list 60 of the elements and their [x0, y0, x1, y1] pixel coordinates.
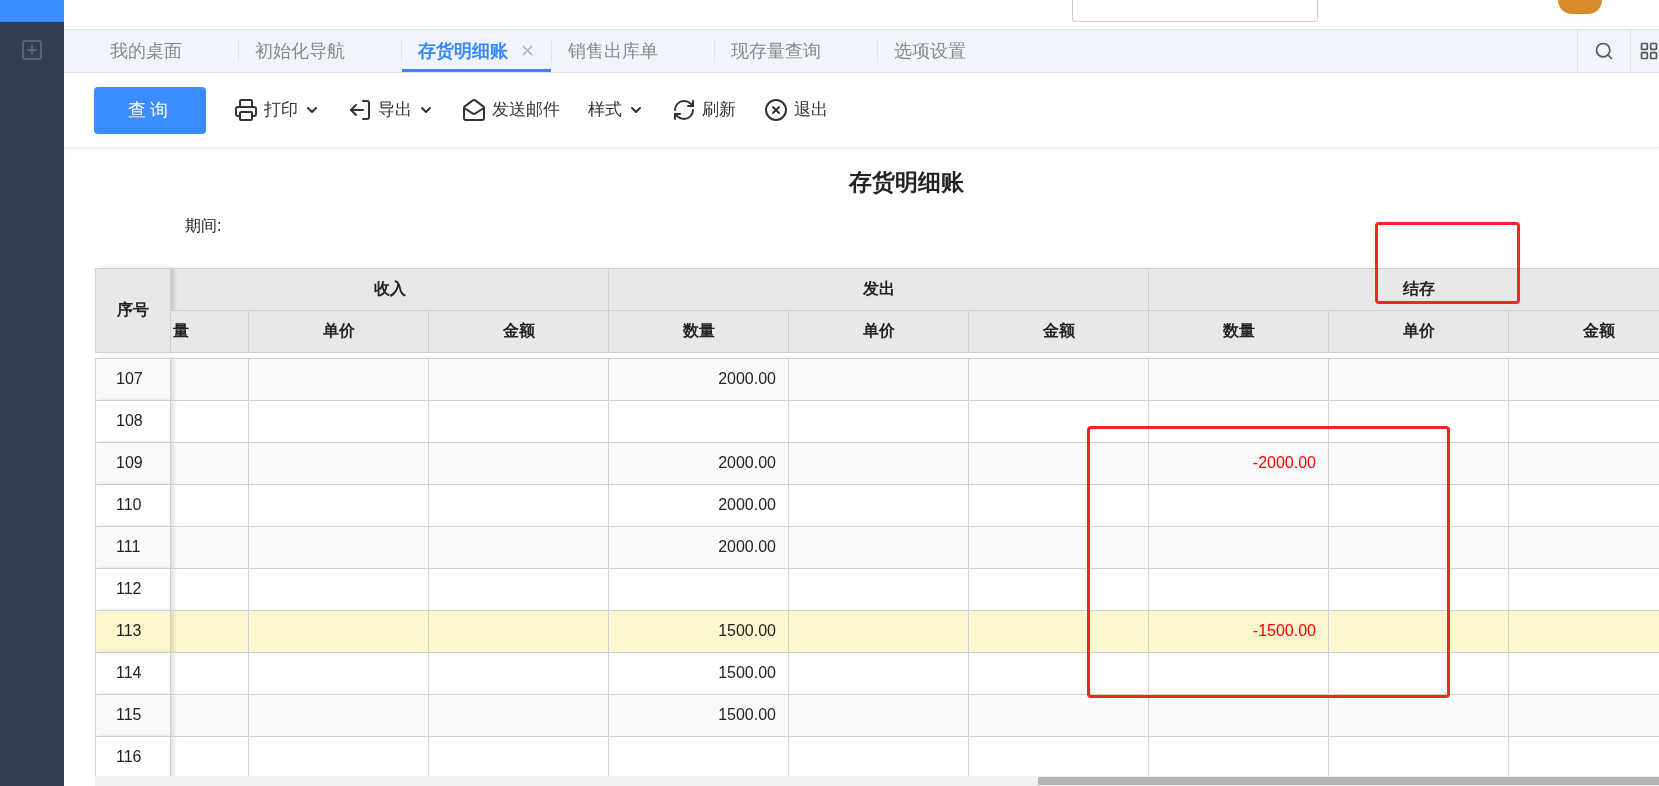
- toolbar-button[interactable]: 发送邮件: [462, 97, 560, 123]
- header-cell: 单价: [788, 310, 969, 352]
- toolbar-button[interactable]: 样式: [588, 97, 644, 123]
- toolbar-button[interactable]: 刷新: [672, 97, 736, 123]
- toolbar-button[interactable]: 退出: [764, 97, 828, 123]
- envelope-icon: [462, 98, 486, 122]
- table-cell: 107: [95, 358, 171, 400]
- table-row[interactable]: 109 2000.00 -2000.00: [95, 442, 1659, 484]
- table-cell: 1500.00: [718, 622, 776, 639]
- header-cell: 数量: [1148, 310, 1329, 352]
- table-row[interactable]: 111 2000.00: [95, 526, 1659, 568]
- toolbar-button[interactable]: 导出: [348, 97, 434, 123]
- table-row[interactable]: 108: [95, 400, 1659, 442]
- header-cell: 序号: [95, 268, 171, 352]
- table-row[interactable]: 113 1500.00 -1500.00: [95, 610, 1659, 652]
- table-cell: 2000.00: [718, 496, 776, 513]
- header-cell: 单价: [248, 310, 429, 352]
- table-cell: 2000.00: [718, 454, 776, 471]
- table-row[interactable]: 110 2000.00: [95, 484, 1659, 526]
- table-cell: 2000.00: [718, 538, 776, 555]
- grid-icon[interactable]: [1639, 41, 1659, 61]
- sidebar-tab[interactable]: [0, 0, 64, 22]
- header-cell: 数量: [608, 310, 789, 352]
- table-cell: 108: [95, 400, 171, 442]
- table-row[interactable]: 107 2000.00: [95, 358, 1659, 400]
- table-row[interactable]: 112: [95, 568, 1659, 610]
- header-cell: 收入: [170, 268, 609, 310]
- refresh-icon: [672, 98, 696, 122]
- search-icon[interactable]: [1594, 41, 1614, 61]
- table-row[interactable]: 116: [95, 736, 1659, 776]
- table-cell: 110: [95, 484, 171, 526]
- avatar-icon[interactable]: [1558, 0, 1602, 14]
- horizontal-scrollbar[interactable]: [95, 776, 1659, 786]
- table-row[interactable]: 114 1500.00: [95, 652, 1659, 694]
- table-cell: 112: [95, 568, 171, 610]
- header-cell: 金额: [428, 310, 609, 352]
- period-label: 期间:: [185, 216, 222, 234]
- table-cell: 1500.00: [718, 706, 776, 723]
- table-row[interactable]: 115 1500.00: [95, 694, 1659, 736]
- header-cell: 单价: [1328, 310, 1509, 352]
- search-field[interactable]: [1072, 0, 1318, 22]
- header-cell: 发出: [608, 268, 1149, 310]
- add-icon[interactable]: [20, 38, 44, 62]
- header-cell: 金额: [968, 310, 1149, 352]
- table-cell: 111: [95, 526, 171, 568]
- header-cell: 量: [170, 310, 249, 352]
- table-cell: 2000.00: [718, 370, 776, 387]
- toolbar-button[interactable]: 打印: [234, 97, 320, 123]
- report-title: 存货明细账: [849, 168, 964, 197]
- table-cell: -1500.00: [1252, 622, 1316, 639]
- table-cell: 109: [95, 442, 171, 484]
- table-cell: 1500.00: [718, 664, 776, 681]
- table-cell: 115: [95, 694, 171, 736]
- scrollbar-thumb[interactable]: [1038, 777, 1659, 785]
- header-cell: 结存: [1148, 268, 1659, 310]
- printer-icon: [234, 98, 258, 122]
- table-cell: 113: [95, 610, 171, 652]
- close-circle-icon: [764, 98, 788, 122]
- table-cell: 114: [95, 652, 171, 694]
- table-cell: -2000.00: [1252, 454, 1316, 471]
